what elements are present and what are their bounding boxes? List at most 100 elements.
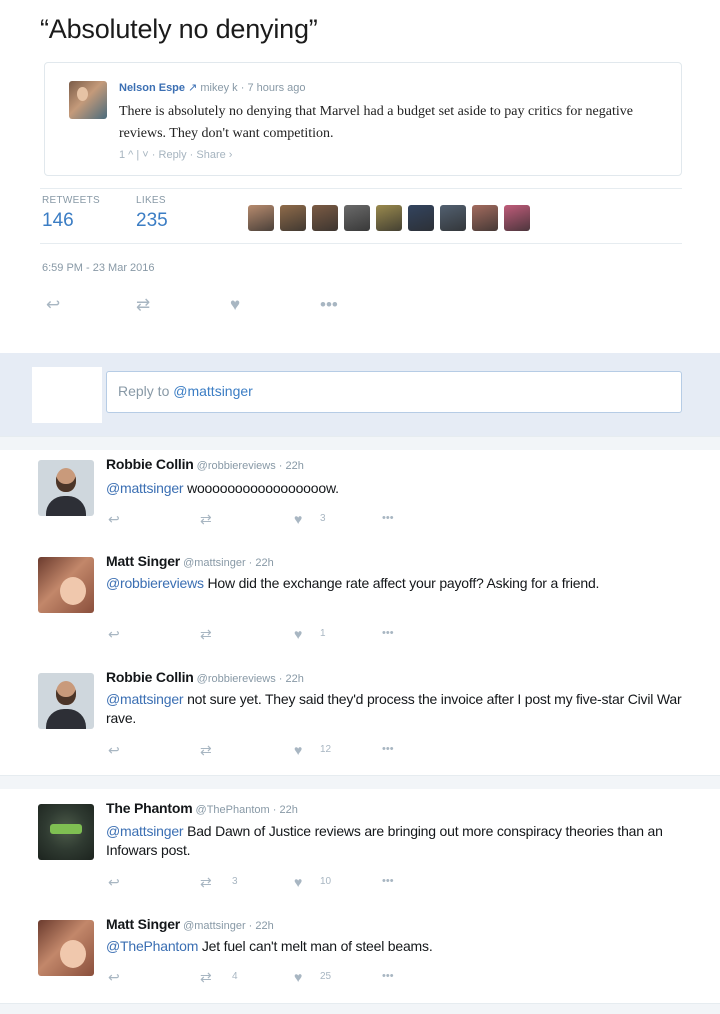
embedded-comment: Nelson Espe ↗ mikey k · 7 hours ago Ther… <box>44 62 682 176</box>
reply-icon[interactable]: ↩ <box>108 512 120 526</box>
avatar[interactable] <box>38 557 94 613</box>
like-count: 25 <box>320 971 332 982</box>
author-meta: @robbiereviews · 22h <box>193 460 304 472</box>
reply-to-arrow-icon: ↗ <box>188 82 198 94</box>
heart-icon[interactable]: ♥ <box>294 743 302 757</box>
more-icon[interactable]: ••• <box>382 744 394 755</box>
reply-placeholder-prefix: Reply to <box>118 383 174 399</box>
avatar[interactable] <box>38 804 94 860</box>
liker-avatar[interactable] <box>440 205 466 231</box>
mention-link[interactable]: @robbiereviews <box>106 575 204 591</box>
avatar <box>32 367 102 423</box>
avatar[interactable] <box>69 81 107 119</box>
heart-icon[interactable]: ♥ <box>294 875 302 889</box>
divider <box>0 1003 720 1014</box>
reply-icon[interactable]: ↩ <box>108 875 120 889</box>
tweet-header: Matt Singer @mattsinger · 22h <box>106 553 274 569</box>
heart-icon[interactable]: ♥ <box>294 627 302 641</box>
retweet-icon[interactable]: ⇄ <box>200 970 212 984</box>
avatar[interactable] <box>38 673 94 729</box>
author-meta: @robbiereviews · 22h <box>193 673 304 685</box>
divider <box>0 436 720 450</box>
tweet-header: The Phantom @ThePhantom · 22h <box>106 800 298 816</box>
embedded-comment-body: There is absolutely no denying that Marv… <box>119 104 633 141</box>
more-icon[interactable]: ••• <box>382 628 394 639</box>
heart-icon[interactable]: ♥ <box>230 296 240 313</box>
retweet-icon[interactable]: ⇄ <box>136 296 150 313</box>
liker-avatar[interactable] <box>408 205 434 231</box>
tweet-body: Jet fuel can't melt man of steel beams. <box>198 938 433 954</box>
reply-input[interactable]: Reply to @mattsinger <box>106 371 682 413</box>
reply-icon[interactable]: ↩ <box>46 296 60 313</box>
author-meta: @mattsinger · 22h <box>180 557 274 569</box>
tweet-header: Robbie Collin @robbiereviews · 22h <box>106 669 304 685</box>
like-count: 1 <box>320 628 326 639</box>
liker-avatar[interactable] <box>504 205 530 231</box>
tweet-header: Robbie Collin @robbiereviews · 22h <box>106 456 304 472</box>
likes-label: LIKES <box>136 195 166 206</box>
tweet-body: not sure yet. They said they'd process t… <box>106 691 682 726</box>
embedded-comment-header: Nelson Espe ↗ mikey k · 7 hours ago <box>119 81 306 94</box>
reply-icon[interactable]: ↩ <box>108 743 120 757</box>
author-meta: @ThePhantom · 22h <box>192 804 298 816</box>
author-name[interactable]: Robbie Collin <box>106 456 194 472</box>
mention-link[interactable]: @mattsinger <box>106 480 184 496</box>
tweet-timestamp: 6:59 PM - 23 Mar 2016 <box>42 262 155 274</box>
retweets-label: RETWEETS <box>42 195 100 206</box>
liker-avatars <box>248 205 530 231</box>
more-icon[interactable]: ••• <box>320 296 338 313</box>
liker-avatar[interactable] <box>376 205 402 231</box>
mention-link[interactable]: @mattsinger <box>106 691 184 707</box>
reply-bar: Reply to @mattsinger <box>0 353 720 437</box>
quote-heading: “Absolutely no denying” <box>40 14 318 44</box>
likes-count: 235 <box>136 210 168 231</box>
reply-icon[interactable]: ↩ <box>108 627 120 641</box>
liker-avatar[interactable] <box>248 205 274 231</box>
tweet-text: @mattsinger not sure yet. They said they… <box>106 690 686 728</box>
tweet-body: How did the exchange rate affect your pa… <box>203 575 600 591</box>
tweet-header: Matt Singer @mattsinger · 22h <box>106 916 274 932</box>
reply-placeholder-handle: @mattsinger <box>173 383 253 399</box>
avatar[interactable] <box>38 920 94 976</box>
liker-avatar[interactable] <box>312 205 338 231</box>
retweet-icon[interactable]: ⇄ <box>200 512 212 526</box>
tweet-stats: RETWEETS 146 LIKES 235 <box>40 188 682 244</box>
retweet-count: 3 <box>232 876 238 887</box>
comment-time: · 7 hours ago <box>240 82 306 94</box>
author-name[interactable]: The Phantom <box>106 800 193 816</box>
heart-icon[interactable]: ♥ <box>294 970 302 984</box>
tweet-text: @robbiereviews How did the exchange rate… <box>106 574 686 593</box>
tweet-text: @mattsinger Bad Dawn of Justice reviews … <box>106 822 686 860</box>
liker-avatar[interactable] <box>472 205 498 231</box>
author-name[interactable]: Matt Singer <box>106 916 180 932</box>
liker-avatar[interactable] <box>280 205 306 231</box>
mention-link[interactable]: @mattsinger <box>106 823 184 839</box>
author-meta: @mattsinger · 22h <box>180 920 274 932</box>
more-icon[interactable]: ••• <box>382 876 394 887</box>
divider <box>0 775 720 789</box>
heart-icon[interactable]: ♥ <box>294 512 302 526</box>
retweet-icon[interactable]: ⇄ <box>200 875 212 889</box>
commenter-name[interactable]: Nelson Espe <box>119 82 185 94</box>
likes-stat[interactable]: LIKES 235 <box>136 195 168 232</box>
like-count: 10 <box>320 876 332 887</box>
author-name[interactable]: Matt Singer <box>106 553 180 569</box>
more-icon[interactable]: ••• <box>382 513 394 524</box>
reply-icon[interactable]: ↩ <box>108 970 120 984</box>
avatar[interactable] <box>38 460 94 516</box>
like-count: 3 <box>320 513 326 524</box>
liker-avatar[interactable] <box>344 205 370 231</box>
embedded-comment-actions[interactable]: 1 ^ | ˅ · Reply · Share › <box>119 149 232 161</box>
retweet-count: 4 <box>232 971 238 982</box>
more-icon[interactable]: ••• <box>382 971 394 982</box>
retweets-stat[interactable]: RETWEETS 146 <box>42 195 100 232</box>
retweet-icon[interactable]: ⇄ <box>200 743 212 757</box>
like-count: 12 <box>320 744 332 755</box>
retweets-count: 146 <box>42 210 74 231</box>
tweet-body: wooooooooooooooooow. <box>183 480 339 496</box>
retweet-icon[interactable]: ⇄ <box>200 627 212 641</box>
mention-link[interactable]: @ThePhantom <box>106 938 198 954</box>
tweet-body: Bad Dawn of Justice reviews are bringing… <box>106 823 663 858</box>
author-name[interactable]: Robbie Collin <box>106 669 194 685</box>
reply-to-name[interactable]: mikey k <box>200 82 237 94</box>
